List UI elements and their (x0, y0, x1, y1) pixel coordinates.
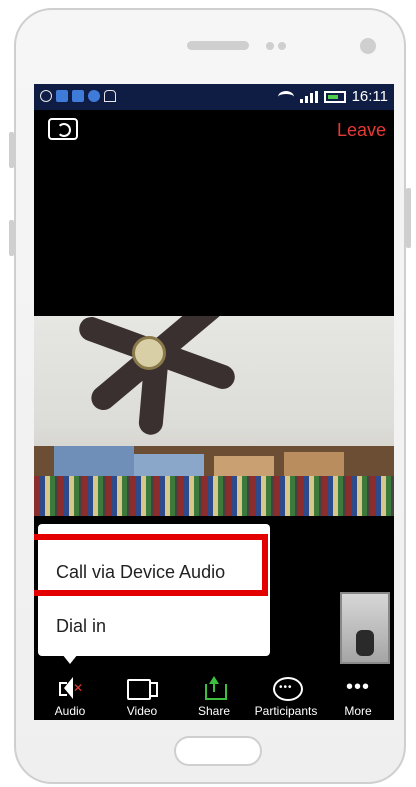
signal-icon (299, 90, 318, 103)
more-button[interactable]: ••• More (322, 676, 394, 718)
video-button[interactable]: Video (106, 676, 178, 718)
wifi-icon (277, 90, 294, 103)
audio-label: Audio (54, 704, 86, 718)
phone-sensor (266, 42, 274, 50)
camera-switch-icon[interactable] (48, 118, 78, 140)
participants-button[interactable]: ••• Participants (250, 676, 322, 718)
phone-home-button[interactable] (174, 736, 262, 766)
video-books (34, 476, 394, 516)
video-camera-icon (127, 676, 158, 700)
audio-options-menu: Call via Device Audio Dial in (38, 524, 270, 656)
mute-x-icon: ✕ (72, 681, 83, 695)
status-time: 16:11 (351, 88, 388, 105)
phone-sensor (278, 42, 286, 50)
video-box (284, 452, 344, 478)
more-label: More (344, 704, 372, 718)
app-screen: 16:11 Leave Call via Device Audio Dial i… (34, 84, 394, 720)
phone-side-button (9, 132, 14, 168)
video-fan-hub (132, 336, 166, 370)
participants-label: Participants (254, 704, 318, 718)
dial-in-option[interactable]: Dial in (56, 616, 106, 637)
call-via-device-audio-option[interactable]: Call via Device Audio (56, 562, 225, 583)
video-box (54, 446, 134, 478)
self-view-thumbnail[interactable] (340, 592, 390, 664)
video-feed (34, 316, 394, 516)
chat-dots-icon: ••• (279, 682, 293, 693)
more-dots-icon: ••• (345, 676, 370, 698)
app-notification-icon (72, 90, 84, 102)
chat-bubble-icon: ••• (271, 676, 303, 701)
audio-button[interactable]: ✕ Audio (34, 676, 106, 718)
meeting-toolbar: ✕ Audio Video Share ••• Participants •••… (34, 668, 394, 720)
share-upload-icon (199, 676, 229, 700)
phone-side-button (406, 188, 411, 248)
video-box (134, 454, 204, 478)
share-arrow-stem (213, 682, 215, 692)
video-box (214, 456, 274, 478)
phone-side-button (9, 220, 14, 256)
menu-pointer (62, 654, 78, 664)
leave-button[interactable]: Leave (337, 120, 386, 141)
app-notification-icon (56, 90, 68, 102)
notification-icons (40, 90, 116, 102)
status-indicators: 16:11 (277, 88, 388, 105)
phone-speaker (187, 41, 249, 50)
share-button[interactable]: Share (178, 676, 250, 718)
chat-notification-icon (40, 90, 52, 102)
phone-front-camera (360, 38, 376, 54)
share-label: Share (197, 704, 231, 718)
meeting-top-bar: Leave (34, 110, 394, 154)
battery-icon (323, 90, 346, 103)
speaker-muted-icon: ✕ (55, 676, 85, 700)
status-bar: 16:11 (34, 84, 394, 110)
video-label: Video (126, 704, 158, 718)
android-icon (104, 90, 116, 102)
app-notification-icon (88, 90, 100, 102)
